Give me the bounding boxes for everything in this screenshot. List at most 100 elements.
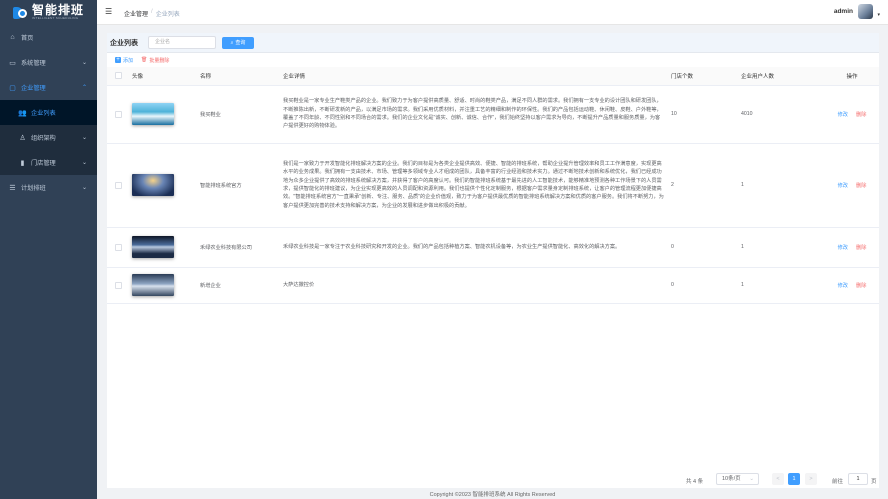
chevron-down-icon: ⌄ <box>81 135 87 141</box>
row-checkbox[interactable] <box>115 281 122 289</box>
sidebar-item-home[interactable]: ⌂ 首页 <box>0 25 97 50</box>
enterprise-name: 新增企业 <box>197 267 280 304</box>
page-suffix-label: 页 <box>871 479 877 485</box>
breadcrumb-item[interactable]: 企业管理 <box>124 9 148 18</box>
enterprise-detail: 禾绿农业科技是一家专注于农业科技研究和开发的企业。我们的产品包括种植方案、智能农… <box>280 227 668 268</box>
monitor-icon: ▭ <box>9 59 16 67</box>
footer-copyright: Copyright ©2023 智能排班系统 All Rights Reserv… <box>429 492 556 498</box>
user-count: 1 <box>738 227 825 268</box>
trash-icon: 🗑 <box>141 57 148 63</box>
edit-button[interactable]: 修改 <box>838 183 848 189</box>
sidebar-item-org[interactable]: ♙ 组织架构 ⌄ <box>0 125 97 150</box>
chat-icon: ▢ <box>9 84 16 92</box>
chevron-down-icon: ⌄ <box>81 160 87 166</box>
prev-page-button[interactable]: < <box>772 473 784 485</box>
delete-button[interactable]: 删除 <box>856 245 866 251</box>
batch-delete-label: 批量删除 <box>149 57 170 64</box>
row-checkbox[interactable] <box>115 181 122 189</box>
sidebar-item-store[interactable]: ▮ 门店管理 ⌄ <box>0 150 97 175</box>
batch-delete-button[interactable]: 🗑 批量删除 <box>141 57 169 64</box>
delete-button[interactable]: 删除 <box>856 183 866 189</box>
pagination: 共 4 条 10条/页 ⌄ < 1 > 前往 1 页 <box>107 472 879 488</box>
enterprise-submenu: 👥 企业列表 ♙ 组织架构 ⌄ ▮ 门店管理 ⌄ <box>0 100 97 175</box>
list-icon: ☰ <box>9 184 16 192</box>
search-input[interactable]: 企业名 <box>148 36 216 49</box>
hamburger-icon[interactable]: ☰ <box>105 8 112 16</box>
table-row: 禾绿农业科技有限公司 禾绿农业科技是一家专注于农业科技研究和开发的企业。我们的产… <box>107 227 879 268</box>
enterprise-table: 头像 名称 企业详情 门店个数 企业用户人数 操作 我买鞋业 我买鞋业是一家专业… <box>107 67 879 304</box>
enterprise-avatar-image <box>132 174 174 196</box>
sidebar-item-label: 企业列表 <box>31 110 56 117</box>
column-header-detail: 企业详情 <box>280 67 668 86</box>
next-page-button[interactable]: > <box>805 473 817 485</box>
edit-button[interactable]: 修改 <box>838 245 848 251</box>
column-header-actions: 操作 <box>825 67 879 86</box>
breadcrumb-item-current: 企业列表 <box>155 12 180 18</box>
avatar[interactable] <box>858 4 873 19</box>
page-size-select[interactable]: 10条/页 ⌄ <box>716 473 759 485</box>
column-header-name: 名称 <box>197 67 280 86</box>
caret-down-icon[interactable]: ▾ <box>877 12 880 18</box>
store-count: 0 <box>668 267 738 304</box>
search-button[interactable]: ⌕ 查询 <box>222 36 254 49</box>
enterprise-avatar-image <box>132 236 174 258</box>
app-logo[interactable]: 智能排班 INTELLIGENT SCHEDULING <box>0 0 97 25</box>
page-number-current[interactable]: 1 <box>788 473 800 485</box>
user-count: 1 <box>738 143 825 228</box>
chevron-down-icon: ⌄ <box>81 185 87 191</box>
home-icon: ⌂ <box>10 34 15 41</box>
sidebar-item-schedule[interactable]: ☰ 计划排班 ⌄ <box>0 175 97 200</box>
enterprise-name: 我买鞋业 <box>197 85 280 144</box>
user-count: 4010 <box>738 85 825 144</box>
sidebar-item-system[interactable]: ▭ 系统管理 ⌄ <box>0 50 97 75</box>
enterprise-avatar-image <box>132 103 174 125</box>
column-header-stores: 门店个数 <box>668 67 738 86</box>
enterprise-name: 智能排班系统官方 <box>197 143 280 228</box>
select-all-checkbox[interactable] <box>115 72 122 80</box>
page-jump-input[interactable]: 1 <box>848 473 868 485</box>
row-checkbox[interactable] <box>115 110 122 118</box>
sidebar-item-label: 首页 <box>21 35 34 42</box>
logo-subtitle: INTELLIGENT SCHEDULING <box>32 16 79 20</box>
sidebar-item-label: 系统管理 <box>21 60 46 67</box>
table-row: 我买鞋业 我买鞋业是一家专业生产鞋类产品的企业。我们致力于为客户提供高质量、舒适… <box>107 85 879 144</box>
enterprise-detail: 我买鞋业是一家专业生产鞋类产品的企业。我们致力于为客户提供高质量、舒适、时尚的鞋… <box>280 85 668 144</box>
user-count: 1 <box>738 267 825 304</box>
sidebar: 智能排班 INTELLIGENT SCHEDULING ⌂ 首页 ▭ 系统管理 … <box>0 0 97 499</box>
sidebar-item-enterprise-list[interactable]: 👥 企业列表 <box>0 100 97 125</box>
store-icon: ▮ <box>20 159 25 167</box>
search-icon: ⌕ <box>230 39 234 46</box>
sidebar-item-label: 计划排班 <box>21 185 46 192</box>
edit-button[interactable]: 修改 <box>838 283 848 289</box>
chevron-down-icon: ⌄ <box>749 476 754 482</box>
page-title: 企业列表 <box>110 39 138 47</box>
goto-label: 前往 <box>832 479 844 485</box>
org-icon: ♙ <box>19 134 26 142</box>
logo-title: 智能排班 <box>32 3 85 17</box>
column-header-users: 企业用户人数 <box>738 67 825 86</box>
page-size-value: 10条/页 <box>722 476 741 482</box>
add-label: 添加 <box>123 57 134 64</box>
store-count: 0 <box>668 227 738 268</box>
breadcrumb: 企业管理 / 企业列表 <box>124 9 180 18</box>
sidebar-item-label: 门店管理 <box>31 160 56 167</box>
sidebar-item-enterprise[interactable]: ▢ 企业管理 ⌃ <box>0 75 97 100</box>
row-checkbox[interactable] <box>115 243 122 251</box>
store-count: 2 <box>668 143 738 228</box>
enterprise-avatar-image <box>132 274 174 296</box>
edit-button[interactable]: 修改 <box>838 112 848 118</box>
users-icon: 👥 <box>18 109 27 117</box>
add-button[interactable]: + 添加 <box>115 57 133 64</box>
delete-button[interactable]: 删除 <box>856 283 866 289</box>
logo-icon <box>13 5 29 21</box>
enterprise-name: 禾绿农业科技有限公司 <box>197 227 280 268</box>
breadcrumb-separator: / <box>151 9 153 15</box>
user-name[interactable]: admin <box>834 8 853 15</box>
store-count: 10 <box>668 85 738 144</box>
chevron-down-icon: ⌄ <box>81 60 87 66</box>
delete-button[interactable]: 删除 <box>856 112 866 118</box>
pagination-total: 共 4 条 <box>686 479 704 485</box>
enterprise-detail: 我们是一家致力于开发智能化排班解决方案的企业。我们的目标是为各类企业提供高效、便… <box>280 143 668 228</box>
sidebar-item-label: 企业管理 <box>21 85 46 92</box>
top-header: ☰ 企业管理 / 企业列表 admin ▾ <box>97 0 888 25</box>
